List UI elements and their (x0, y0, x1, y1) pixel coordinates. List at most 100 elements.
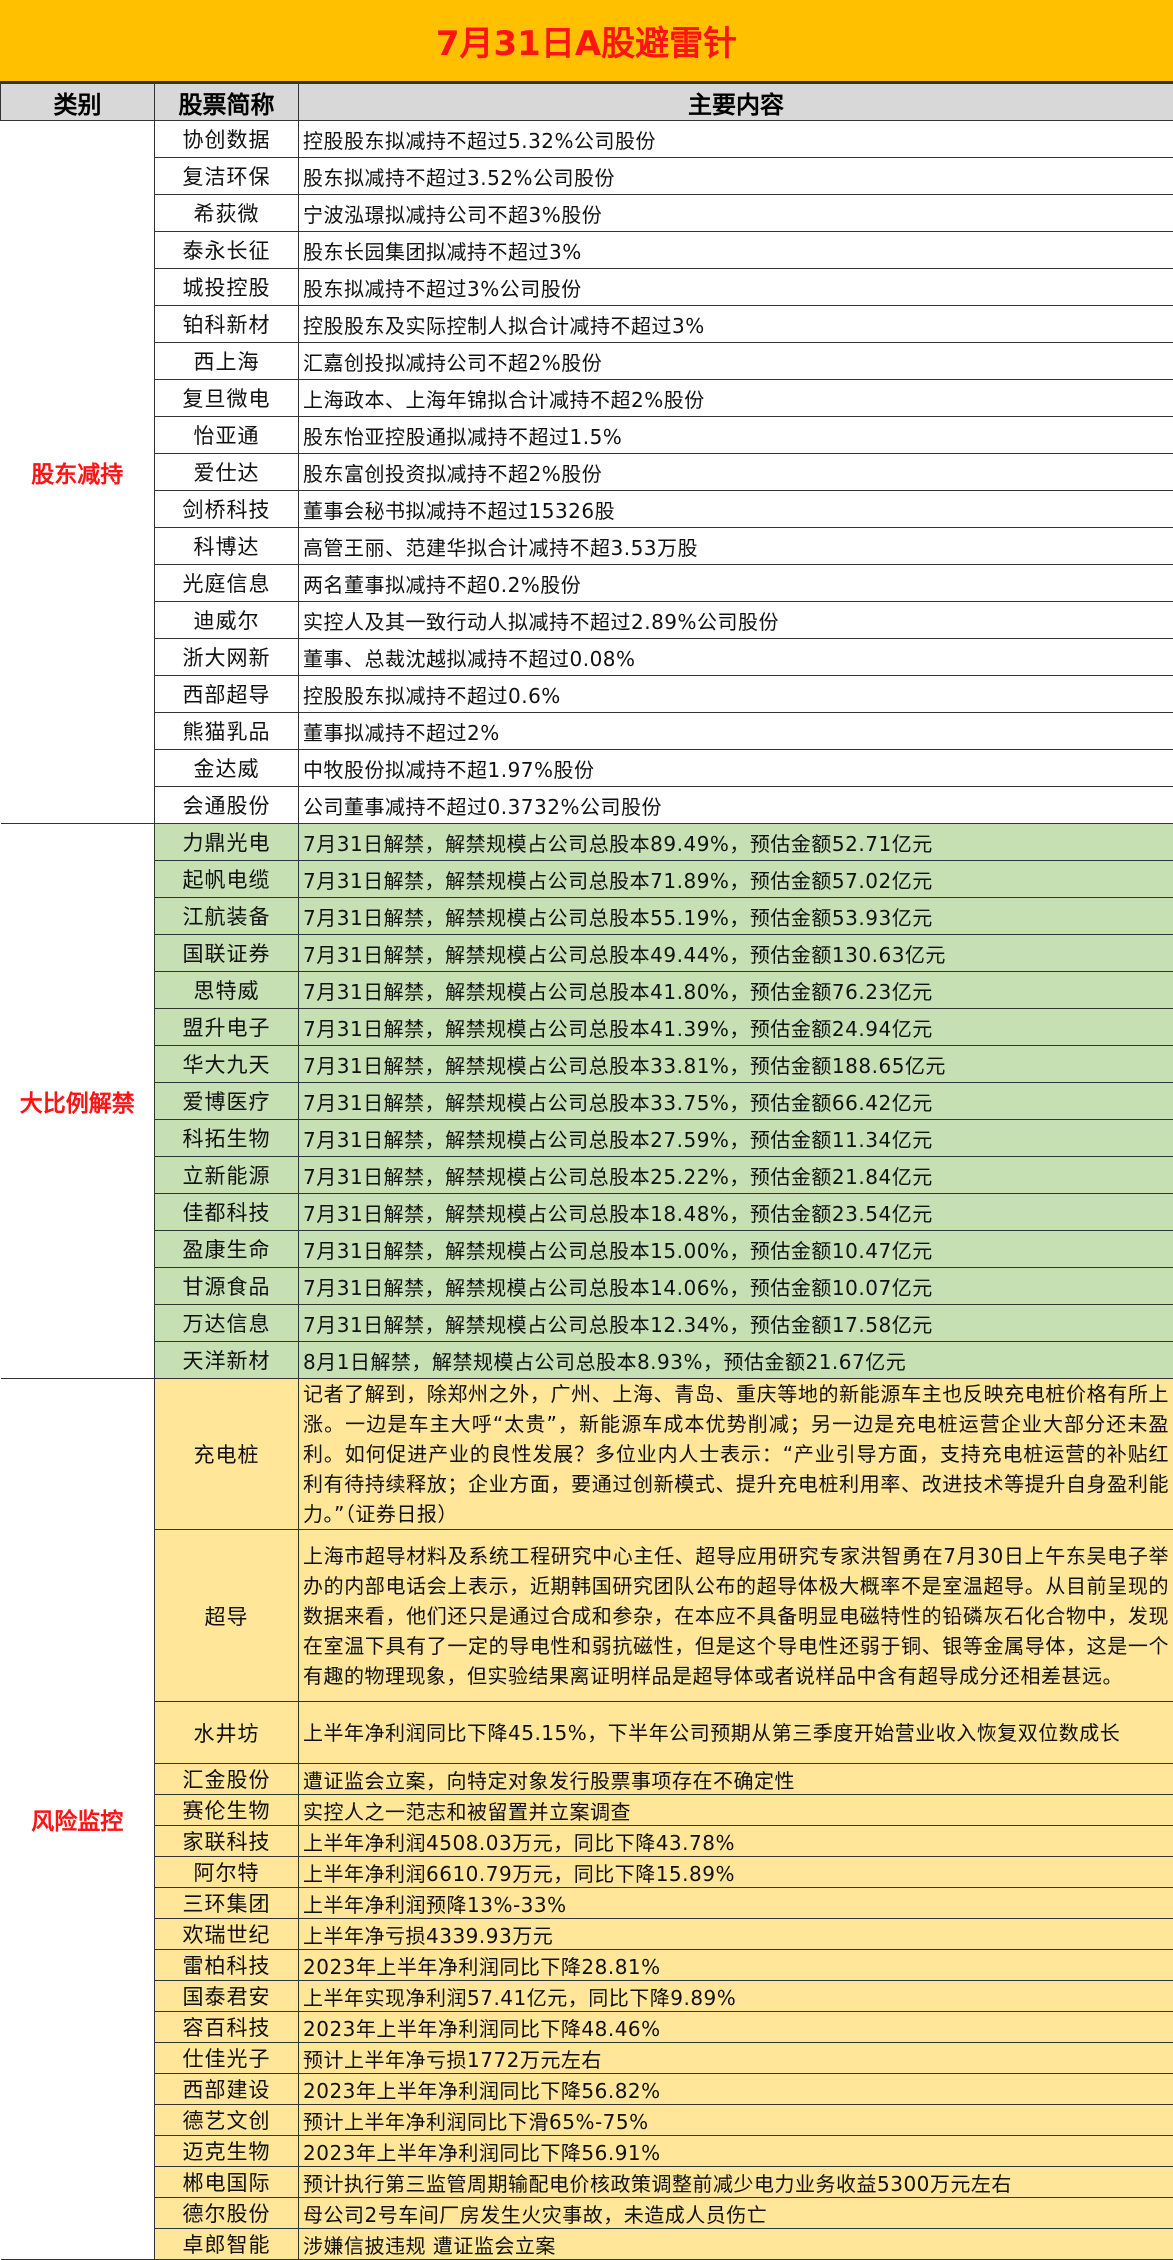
stock-name: 熊猫乳品 (155, 713, 299, 750)
table-row: 家联科技上半年净利润4508.03万元，同比下降43.78% (1, 1826, 1173, 1857)
stock-name: 雷柏科技 (155, 1950, 299, 1981)
data-table: 类别 股票简称 主要内容 股东减持协创数据控股股东拟减持不超过5.32%公司股份… (0, 83, 1173, 2260)
main-content: 遭证监会立案，向特定对象发行股票事项存在不确定性 (299, 1764, 1173, 1795)
stock-name: 德尔股份 (155, 2198, 299, 2229)
main-content: 上半年净亏损4339.93万元 (299, 1919, 1173, 1950)
table-row: 铂科新材控股股东及实际控制人拟合计减持不超过3% (1, 306, 1173, 343)
main-content: 7月31日解禁，解禁规模占公司总股本14.06%，预估金额10.07亿元 (299, 1268, 1173, 1305)
stock-name: 超导 (155, 1530, 299, 1702)
main-content: 股东拟减持不超过3.52%公司股份 (299, 158, 1173, 195)
stock-name: 复洁环保 (155, 158, 299, 195)
main-content: 7月31日解禁，解禁规模占公司总股本41.39%，预估金额24.94亿元 (299, 1009, 1173, 1046)
category-risk-monitor: 风险监控 (1, 1379, 155, 2260)
main-content: 宁波泓璟拟减持公司不超3%股份 (299, 195, 1173, 232)
main-content: 2023年上半年净利润同比下降56.91% (299, 2136, 1173, 2167)
stock-name: 水井坊 (155, 1702, 299, 1764)
table-row: 国泰君安上半年实现净利润57.41亿元，同比下降9.89% (1, 1981, 1173, 2012)
stock-name: 西部超导 (155, 676, 299, 713)
main-content: 上半年净利润预降13%-33% (299, 1888, 1173, 1919)
table-row: 立新能源7月31日解禁，解禁规模占公司总股本25.22%，预估金额21.84亿元 (1, 1157, 1173, 1194)
main-content: 7月31日解禁，解禁规模占公司总股本27.59%，预估金额11.34亿元 (299, 1120, 1173, 1157)
table-row: 雷柏科技2023年上半年净利润同比下降28.81% (1, 1950, 1173, 1981)
stock-name: 天洋新材 (155, 1342, 299, 1379)
stock-name: 郴电国际 (155, 2167, 299, 2198)
stock-name: 希荻微 (155, 195, 299, 232)
table-row: 光庭信息两名董事拟减持不超0.2%股份 (1, 565, 1173, 602)
table-row: 仕佳光子预计上半年净亏损1772万元左右 (1, 2043, 1173, 2074)
main-content: 7月31日解禁，解禁规模占公司总股本49.44%，预估金额130.63亿元 (299, 935, 1173, 972)
table-row: 欢瑞世纪上半年净亏损4339.93万元 (1, 1919, 1173, 1950)
table-row: 国联证券7月31日解禁，解禁规模占公司总股本49.44%，预估金额130.63亿… (1, 935, 1173, 972)
stock-name: 欢瑞世纪 (155, 1919, 299, 1950)
main-content: 上半年净利润6610.79万元，同比下降15.89% (299, 1857, 1173, 1888)
stock-name: 思特威 (155, 972, 299, 1009)
table-row: 赛伦生物实控人之一范志和被留置并立案调查 (1, 1795, 1173, 1826)
table-row: 科拓生物7月31日解禁，解禁规模占公司总股本27.59%，预估金额11.34亿元 (1, 1120, 1173, 1157)
stock-name: 金达威 (155, 750, 299, 787)
main-content: 7月31日解禁，解禁规模占公司总股本18.48%，预估金额23.54亿元 (299, 1194, 1173, 1231)
main-content: 7月31日解禁，解禁规模占公司总股本15.00%，预估金额10.47亿元 (299, 1231, 1173, 1268)
stock-name: 泰永长征 (155, 232, 299, 269)
table-row: 泰永长征股东长园集团拟减持不超过3% (1, 232, 1173, 269)
main-content: 涉嫌信披违规 遭证监会立案 (299, 2229, 1173, 2260)
main-content: 股东拟减持不超过3%公司股份 (299, 269, 1173, 306)
stock-name: 容百科技 (155, 2012, 299, 2043)
table-row: 迪威尔实控人及其一致行动人拟减持不超过2.89%公司股份 (1, 602, 1173, 639)
table-row: 盟升电子7月31日解禁，解禁规模占公司总股本41.39%，预估金额24.94亿元 (1, 1009, 1173, 1046)
main-content: 董事会秘书拟减持不超过15326股 (299, 491, 1173, 528)
main-content: 2023年上半年净利润同比下降56.82% (299, 2074, 1173, 2105)
stock-name: 迈克生物 (155, 2136, 299, 2167)
stock-name: 家联科技 (155, 1826, 299, 1857)
stock-name: 科拓生物 (155, 1120, 299, 1157)
table-row: 甘源食品7月31日解禁，解禁规模占公司总股本14.06%，预估金额10.07亿元 (1, 1268, 1173, 1305)
table-row: 卓郎智能涉嫌信披违规 遭证监会立案 (1, 2229, 1173, 2260)
main-content: 控股股东拟减持不超过0.6% (299, 676, 1173, 713)
table-row: 德尔股份母公司2号车间厂房发生火灾事故，未造成人员伤亡 (1, 2198, 1173, 2229)
table-row: 汇金股份遭证监会立案，向特定对象发行股票事项存在不确定性 (1, 1764, 1173, 1795)
table-row: 大比例解禁力鼎光电7月31日解禁，解禁规模占公司总股本89.49%，预估金额52… (1, 824, 1173, 861)
table-row: 科博达高管王丽、范建华拟合计减持不超3.53万股 (1, 528, 1173, 565)
table-row: 起帆电缆7月31日解禁，解禁规模占公司总股本71.89%，预估金额57.02亿元 (1, 861, 1173, 898)
main-content: 实控人及其一致行动人拟减持不超过2.89%公司股份 (299, 602, 1173, 639)
main-content: 8月1日解禁，解禁规模占公司总股本8.93%，预估金额21.67亿元 (299, 1342, 1173, 1379)
main-content: 2023年上半年净利润同比下降28.81% (299, 1950, 1173, 1981)
stock-name: 复旦微电 (155, 380, 299, 417)
main-content: 预计上半年净亏损1772万元左右 (299, 2043, 1173, 2074)
stock-name: 卓郎智能 (155, 2229, 299, 2260)
table-body: 股东减持协创数据控股股东拟减持不超过5.32%公司股份复洁环保股东拟减持不超过3… (1, 121, 1173, 2260)
table-row: 会通股份公司董事减持不超过0.3732%公司股份 (1, 787, 1173, 824)
table-row: 江航装备7月31日解禁，解禁规模占公司总股本55.19%，预估金额53.93亿元 (1, 898, 1173, 935)
table-row: 风险监控充电桩记者了解到，除郑州之外，广州、上海、青岛、重庆等地的新能源车主也反… (1, 1379, 1173, 1530)
header-row: 类别 股票简称 主要内容 (1, 84, 1173, 121)
table-row: 复旦微电上海政本、上海年锦拟合计减持不超2%股份 (1, 380, 1173, 417)
table-row: 天洋新材8月1日解禁，解禁规模占公司总股本8.93%，预估金额21.67亿元 (1, 1342, 1173, 1379)
table-row: 西上海汇嘉创投拟减持公司不超2%股份 (1, 343, 1173, 380)
main-content: 股东富创投资拟减持不超2%股份 (299, 454, 1173, 491)
table-row: 金达威中牧股份拟减持不超1.97%股份 (1, 750, 1173, 787)
main-content: 中牧股份拟减持不超1.97%股份 (299, 750, 1173, 787)
table-row: 爱仕达股东富创投资拟减持不超2%股份 (1, 454, 1173, 491)
main-content: 上海市超导材料及系统工程研究中心主任、超导应用研究专家洪智勇在7月30日上午东吴… (299, 1530, 1173, 1702)
main-content: 7月31日解禁，解禁规模占公司总股本41.80%，预估金额76.23亿元 (299, 972, 1173, 1009)
main-content: 上海政本、上海年锦拟合计减持不超2%股份 (299, 380, 1173, 417)
table-row: 郴电国际预计执行第三监管周期输配电价核政策调整前减少电力业务收益5300万元左右 (1, 2167, 1173, 2198)
main-content: 上半年净利润同比下降45.15%，下半年公司预期从第三季度开始营业收入恢复双位数… (299, 1702, 1173, 1764)
table-row: 希荻微宁波泓璟拟减持公司不超3%股份 (1, 195, 1173, 232)
stock-name: 三环集团 (155, 1888, 299, 1919)
main-content: 7月31日解禁，解禁规模占公司总股本33.75%，预估金额66.42亿元 (299, 1083, 1173, 1120)
main-content: 股东长园集团拟减持不超过3% (299, 232, 1173, 269)
stock-name: 爱仕达 (155, 454, 299, 491)
stock-name: 赛伦生物 (155, 1795, 299, 1826)
main-content: 上半年实现净利润57.41亿元，同比下降9.89% (299, 1981, 1173, 2012)
page-title: 7月31日A股避雷针 (0, 0, 1173, 83)
main-content: 预计上半年净利润同比下滑65%-75% (299, 2105, 1173, 2136)
table-row: 怡亚通股东怡亚控股通拟减持不超过1.5% (1, 417, 1173, 454)
stock-name: 仕佳光子 (155, 2043, 299, 2074)
header-content: 主要内容 (299, 84, 1173, 121)
table-row: 西部建设2023年上半年净利润同比下降56.82% (1, 2074, 1173, 2105)
table-row: 城投控股股东拟减持不超过3%公司股份 (1, 269, 1173, 306)
table-row: 熊猫乳品董事拟减持不超过2% (1, 713, 1173, 750)
main-content: 控股股东及实际控制人拟合计减持不超过3% (299, 306, 1173, 343)
stock-name: 西部建设 (155, 2074, 299, 2105)
stock-name: 会通股份 (155, 787, 299, 824)
